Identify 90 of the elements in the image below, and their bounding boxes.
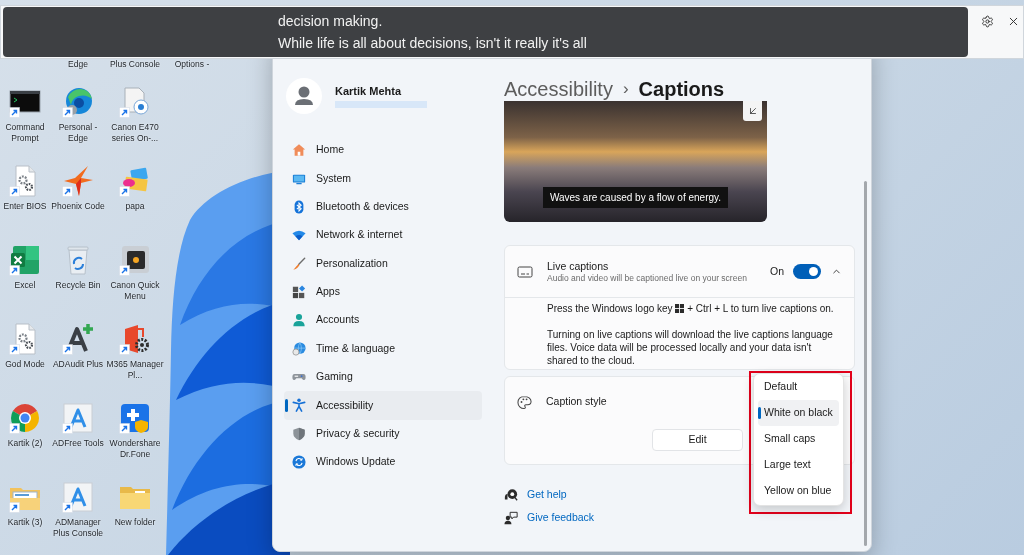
desktop-shortcut[interactable]: ADAudit Plus [50,323,106,370]
nav-item[interactable]: Accessibility [284,391,482,420]
nav-item[interactable]: Time & language [284,334,482,363]
menu-option[interactable]: Default [758,374,839,400]
desktop-shortcut[interactable]: Command Prompt [0,86,50,144]
toggle-switch[interactable] [793,264,821,279]
nav-item[interactable]: Windows Update [284,447,482,477]
house-icon [292,143,306,158]
setting-title: Live captions [547,259,610,273]
desktop-shortcut[interactable]: Personal - Edge [50,86,106,144]
menu-option[interactable]: Small caps [758,426,839,452]
user-name: Kartik Mehta [335,84,403,98]
nav-item[interactable]: System [284,164,482,193]
desktop-icon-label: Plus Console [109,59,161,70]
apps-icon [292,284,306,299]
menu-option[interactable]: Yellow on blue [758,478,839,504]
nav-item[interactable]: Home [284,136,482,165]
captions-icon [517,263,533,280]
menu-option[interactable]: White on black [758,400,839,426]
breadcrumb-separator: › [622,78,629,100]
gear-badge-icon [119,323,151,355]
photo-stack-icon [119,165,151,197]
scrollbar-thumb[interactable] [864,181,867,546]
shortcut-text: Press the Windows logo key [547,303,673,314]
paintbrush-icon [292,256,306,271]
bluetooth-icon [292,199,306,214]
get-help-link[interactable]: Get help [527,486,567,503]
shortcut-text: + Ctrl + L to turn live captions on. [687,303,834,314]
avatar-icon [286,78,322,114]
selection-bar-icon [285,399,288,413]
desktop-shortcut[interactable]: Wondershare Dr.Fone [106,402,164,460]
desktop-icon-label: Edge [68,59,88,70]
globe-clock-icon [292,341,306,356]
desktop-shortcut[interactable]: Recycle Bin [50,244,106,291]
desktop-shortcut[interactable]: papa [106,165,164,212]
expand-button[interactable] [743,101,762,121]
feedback-link[interactable]: Give feedback [527,509,595,526]
desktop-shortcut[interactable]: M365 Manager Pl... [106,323,164,381]
desktop-shortcut[interactable]: Kartik (2) [0,402,50,449]
sync-icon [292,455,306,470]
star-icon [62,165,94,197]
person-icon [292,313,306,328]
nav-item[interactable]: Gaming [284,362,482,392]
privacy-note: Turning on live captions will download the live captions language files. Voice data will be processed locally and your data isn't shared to the cloud. [547,328,834,367]
desktop-shortcut[interactable]: Enter BIOS [0,165,50,212]
feedback-icon [504,510,518,525]
accessibility-icon [292,398,306,413]
menu-option[interactable]: Large text [758,452,839,478]
desktop-shortcut[interactable]: Canon Quick Menu [106,244,164,302]
help-icon [504,487,518,502]
desktop-shortcut[interactable]: Phoenix Code [50,165,106,212]
setting-description: Audio and video will be captioned live on your screen [547,272,748,284]
close-icon[interactable] [1007,15,1020,28]
setting-title: Caption style [546,394,607,410]
swirl-icon [62,86,94,118]
plus-tile-icon [119,402,151,434]
spreadsheet-icon [9,244,41,276]
toggle-state-label: On [770,263,784,279]
nav-item[interactable]: Privacy & security [284,419,482,448]
shield-icon [292,426,306,441]
desktop-shortcut[interactable]: Kartik (3) [0,481,50,528]
nav-item[interactable]: Network & internet [284,221,482,250]
windows-key-icon [675,304,685,313]
desktop-shortcut[interactable]: New folder [106,481,164,528]
nav-item[interactable]: Apps [284,277,482,307]
segmented-circle-icon [9,402,41,434]
wifi-icon [292,228,306,243]
selection-bar-icon [758,407,761,419]
caption-line: decision making. [278,12,384,31]
edit-button[interactable]: Edit [652,429,743,451]
nav-item[interactable]: Accounts [284,306,482,335]
caption-preview-text: Waves are caused by a flow of energy. [542,187,729,208]
desktop-shortcut[interactable]: ADManager Plus Console [50,481,106,539]
dot-tile-icon [119,244,151,276]
nav-item[interactable]: Bluetooth & devices [284,192,482,222]
breadcrumb-parent[interactable]: Accessibility [504,77,613,101]
desktop-shortcut[interactable]: ADFree Tools [50,402,106,449]
page-title: Captions [638,77,725,101]
letter-a-tile-icon [62,481,94,513]
settings-icon[interactable] [981,15,994,28]
caption-line: While life is all about decisions, isn't it really it's all [278,34,588,53]
desktop-shortcut[interactable]: Canon E470 series On-... [106,86,164,144]
letter-a-plus-icon [62,323,94,355]
desktop-icon-label: Options - [174,59,210,70]
desktop-shortcut[interactable]: Excel [0,244,50,291]
document-bubble-icon [119,86,151,118]
letter-a-tile-icon [62,402,94,434]
palette-icon [517,394,532,410]
desktop-shortcut[interactable]: God Mode [0,323,50,370]
nav-item[interactable]: Personalization [284,249,482,278]
